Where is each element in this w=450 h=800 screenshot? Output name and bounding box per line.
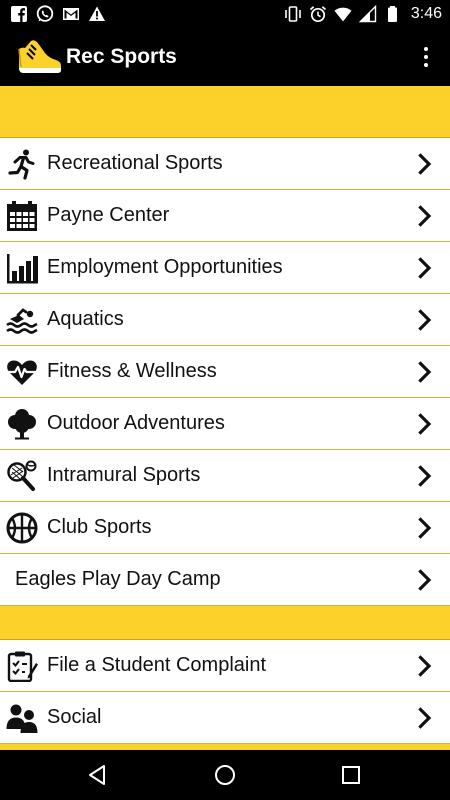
menu-item-payne-center[interactable]: Payne Center [0, 190, 450, 242]
recents-icon[interactable] [339, 763, 363, 787]
menu-item-club-sports[interactable]: Club Sports [0, 502, 450, 554]
signal-icon [358, 5, 377, 23]
menu-item-aquatics[interactable]: Aquatics [0, 294, 450, 346]
system-icons: 3:46 [284, 4, 442, 24]
app-title: Rec Sports [66, 45, 177, 68]
menu-item-label: Payne Center [47, 204, 170, 226]
notification-icons [10, 4, 106, 24]
chevron-right-icon [418, 655, 432, 677]
chevron-right-icon [418, 205, 432, 227]
swimmer-icon [6, 304, 38, 336]
vibrate-icon [284, 5, 302, 23]
chevron-right-icon [418, 361, 432, 383]
facebook-icon [10, 5, 28, 23]
menu-item-social[interactable]: Social [0, 692, 450, 744]
whatsapp-icon [36, 5, 54, 23]
section-header [0, 86, 450, 138]
menu-item-label: Recreational Sports [47, 152, 223, 174]
chevron-right-icon [418, 569, 432, 591]
menu-item-recreational-sports[interactable]: Recreational Sports [0, 138, 450, 190]
chevron-right-icon [418, 153, 432, 175]
home-icon[interactable] [213, 763, 237, 787]
battery-icon [384, 5, 402, 23]
tree-icon [6, 408, 38, 440]
chevron-right-icon [418, 413, 432, 435]
menu-item-label: Aquatics [47, 308, 124, 330]
chevron-right-icon [418, 707, 432, 729]
system-navigation-bar [0, 750, 450, 800]
back-icon[interactable] [86, 763, 110, 787]
status-clock: 3:46 [410, 5, 442, 22]
menu-item-intramural-sports[interactable]: Intramural Sports [0, 450, 450, 502]
menu-item-label: Outdoor Adventures [47, 412, 225, 434]
chevron-right-icon [418, 257, 432, 279]
wifi-icon [334, 5, 352, 23]
chevron-right-icon [418, 309, 432, 331]
app-bar: Rec Sports [0, 28, 450, 86]
menu-item-employment-opportunities[interactable]: Employment Opportunities [0, 242, 450, 294]
running-shoe-icon [16, 36, 62, 78]
basketball-icon [6, 512, 38, 544]
users-icon [6, 702, 38, 734]
menu-item-label: Social [47, 706, 102, 728]
heartbeat-icon [6, 356, 38, 388]
menu-list: Recreational Sports Payne Center Employm… [0, 86, 450, 750]
calendar-icon [6, 200, 38, 232]
menu-item-label: Intramural Sports [47, 464, 201, 486]
racquet-icon [6, 460, 38, 492]
overflow-menu-icon[interactable] [414, 44, 438, 70]
menu-item-label: File a Student Complaint [47, 654, 267, 676]
menu-item-label: Employment Opportunities [47, 256, 283, 278]
warning-icon [88, 5, 106, 23]
section-header [0, 606, 450, 640]
gmail-icon [62, 5, 80, 23]
menu-item-fitness-wellness[interactable]: Fitness & Wellness [0, 346, 450, 398]
menu-item-label: Club Sports [47, 516, 152, 538]
clipboard-check-icon [6, 650, 38, 682]
menu-item-file-student-complaint[interactable]: File a Student Complaint [0, 640, 450, 692]
menu-item-label: Fitness & Wellness [47, 360, 217, 382]
menu-item-outdoor-adventures[interactable]: Outdoor Adventures [0, 398, 450, 450]
bar-chart-icon [6, 252, 38, 284]
chevron-right-icon [418, 465, 432, 487]
menu-item-eagles-play-day-camp[interactable]: Eagles Play Day Camp [0, 554, 450, 606]
menu-item-label: Eagles Play Day Camp [15, 568, 221, 590]
runner-icon [6, 148, 38, 180]
alarm-icon [309, 5, 327, 23]
status-bar: 3:46 [0, 0, 450, 28]
chevron-right-icon [418, 517, 432, 539]
